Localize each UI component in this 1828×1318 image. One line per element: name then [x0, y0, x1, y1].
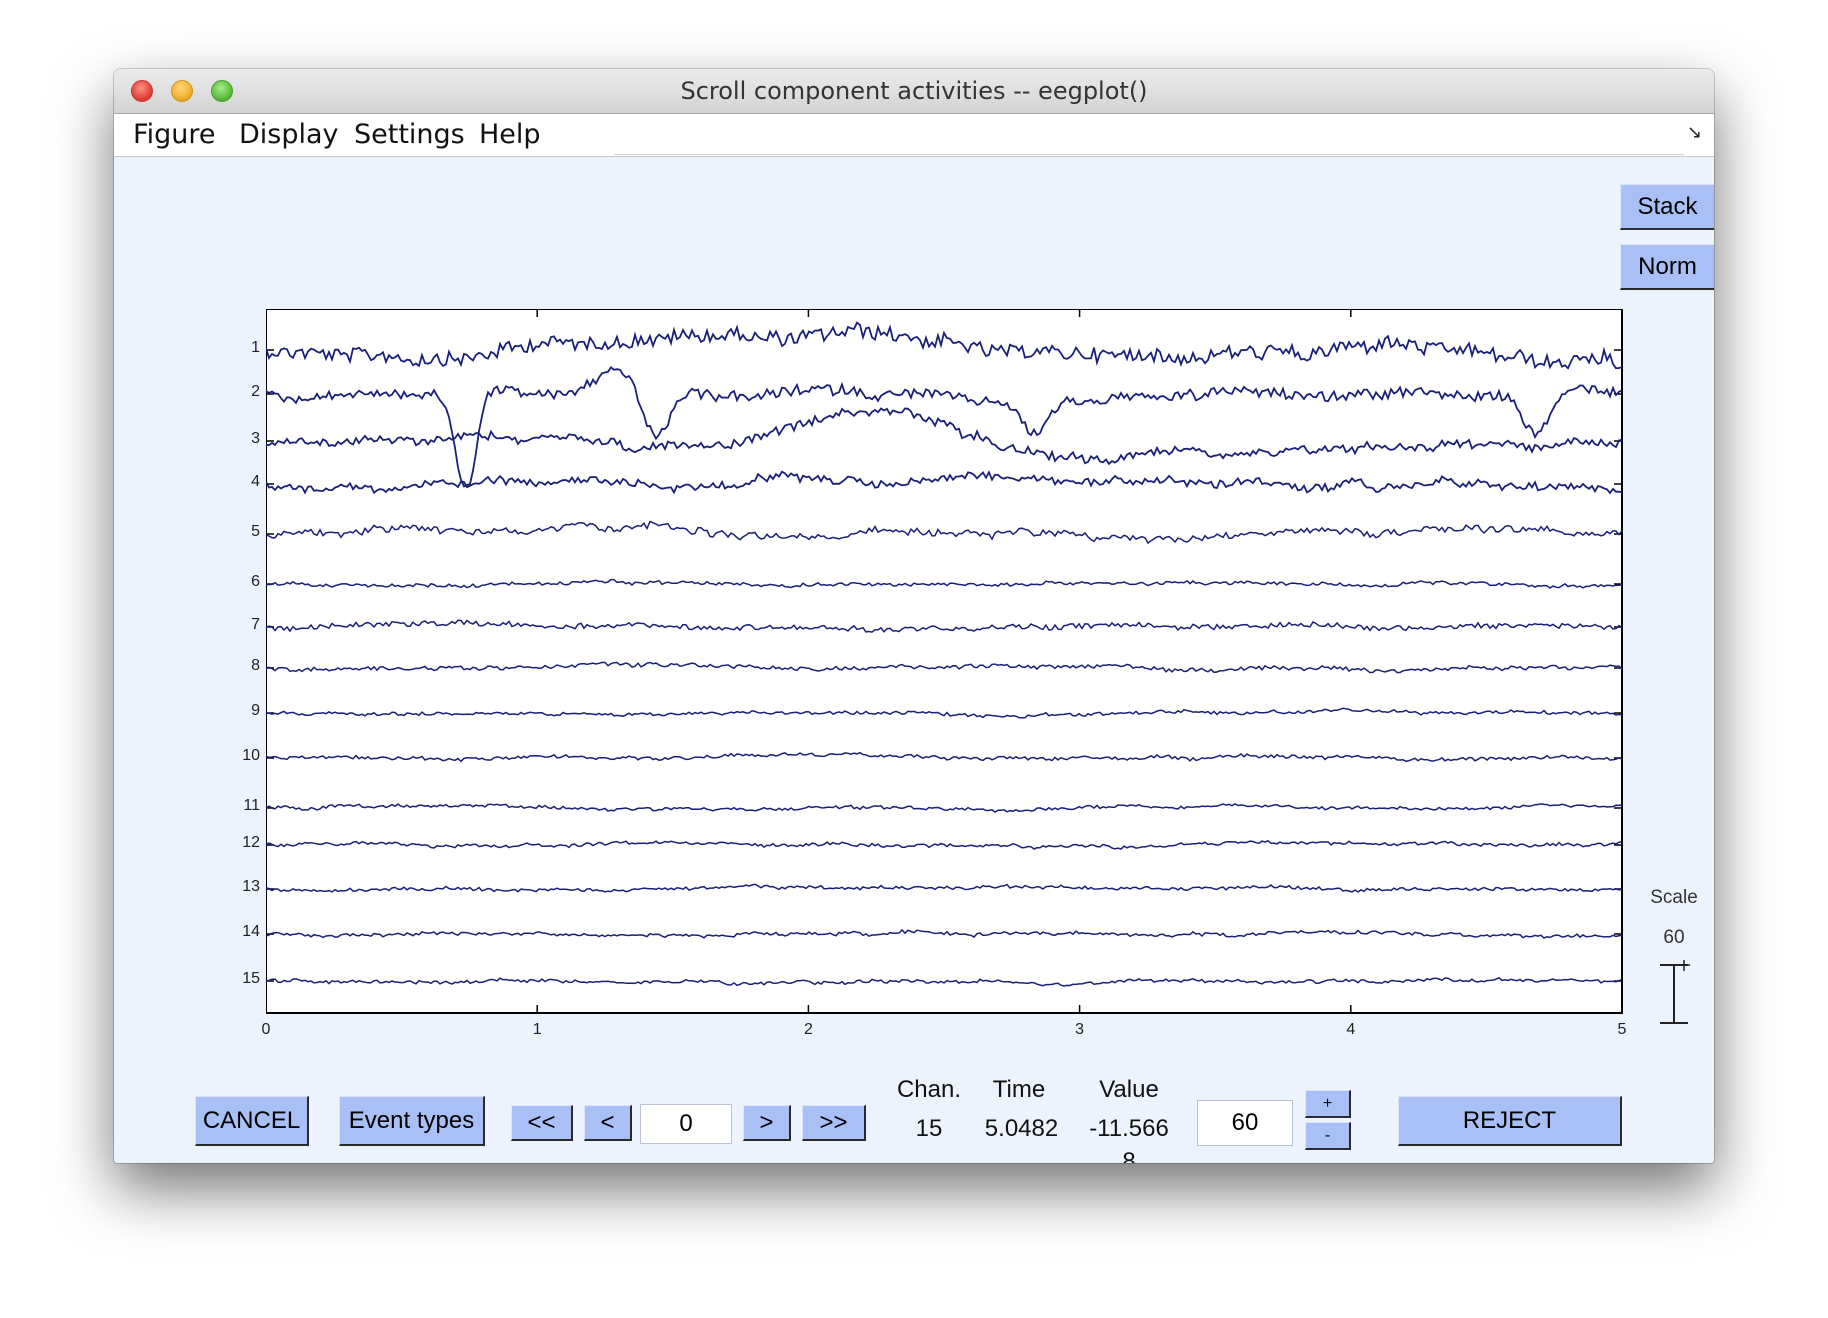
time-label: Time — [992, 1076, 1046, 1103]
menu-bar: Figure Display Settings Help ↘ — [114, 114, 1714, 157]
menu-display[interactable]: Display — [239, 114, 339, 156]
channel-tick-label: 7 — [251, 616, 260, 633]
channel-tick-label: 13 — [242, 878, 260, 895]
time-tick-label: 1 — [532, 1021, 542, 1038]
scale-label: Scale — [1650, 887, 1698, 908]
scroll-next-button[interactable]: > — [743, 1105, 791, 1141]
channel-tick-label: 1 — [251, 339, 260, 356]
event-types-button[interactable]: Event types — [339, 1096, 485, 1146]
time-tick-label: 0 — [261, 1021, 271, 1038]
channel-tick-label: 5 — [251, 523, 260, 540]
cancel-button[interactable]: CANCEL — [195, 1096, 309, 1146]
time-tick-label: 3 — [1075, 1021, 1085, 1038]
plot-frame — [266, 309, 1623, 1014]
dock-arrow-icon[interactable]: ↘ — [1687, 122, 1702, 143]
window-length-input[interactable]: 60 — [1197, 1100, 1293, 1146]
decrease-spacing-button[interactable]: - — [1305, 1122, 1351, 1150]
channel-tick-label: 15 — [242, 970, 260, 987]
channel-tick-label: 2 — [251, 383, 260, 400]
channel-tick-label: 10 — [242, 747, 260, 764]
scroll-first-button[interactable]: << — [511, 1105, 573, 1141]
eeg-trace-plot[interactable] — [266, 309, 1626, 1019]
chan-label: Chan. — [896, 1076, 962, 1103]
chan-readout: 15 — [915, 1115, 943, 1142]
scale-bar-icon — [1660, 960, 1690, 1024]
scroll-last-button[interactable]: >> — [802, 1105, 866, 1141]
menu-divider — [614, 154, 1684, 155]
channel-tick-label: 11 — [243, 797, 260, 814]
eegplot-window: Scroll component activities -- eegplot()… — [114, 69, 1714, 1163]
channel-tick-label: 8 — [251, 657, 260, 674]
menu-figure[interactable]: Figure — [133, 114, 215, 156]
scroll-prev-button[interactable]: < — [584, 1105, 632, 1141]
position-input[interactable]: 0 — [640, 1104, 732, 1144]
increase-spacing-button[interactable]: + — [1305, 1090, 1351, 1118]
value-label: Value — [1099, 1076, 1159, 1103]
value-readout: -11.566 — [1089, 1115, 1169, 1142]
stack-button[interactable]: Stack — [1620, 184, 1714, 230]
reject-button[interactable]: REJECT — [1398, 1096, 1622, 1146]
window-title: Scroll component activities -- eegplot() — [680, 77, 1148, 105]
scale-value: 60 — [1663, 927, 1685, 948]
channel-tick-label: 9 — [251, 702, 260, 719]
value-readout-overflow: 8 — [1122, 1148, 1136, 1163]
channel-tick-label: 12 — [242, 834, 260, 851]
time-tick-label: 5 — [1617, 1021, 1627, 1038]
norm-button[interactable]: Norm — [1620, 244, 1714, 290]
menu-settings[interactable]: Settings — [354, 114, 465, 156]
channel-tick-label: 14 — [242, 923, 260, 940]
channel-tick-label: 4 — [251, 473, 260, 490]
title-bar: Scroll component activities -- eegplot() — [114, 69, 1714, 114]
time-readout: 5.0482 — [984, 1115, 1059, 1142]
time-tick-label: 2 — [803, 1021, 813, 1038]
time-tick-label: 4 — [1346, 1021, 1356, 1038]
menu-help[interactable]: Help — [479, 114, 541, 156]
channel-tick-label: 3 — [251, 430, 260, 447]
channel-tick-label: 6 — [251, 573, 260, 590]
